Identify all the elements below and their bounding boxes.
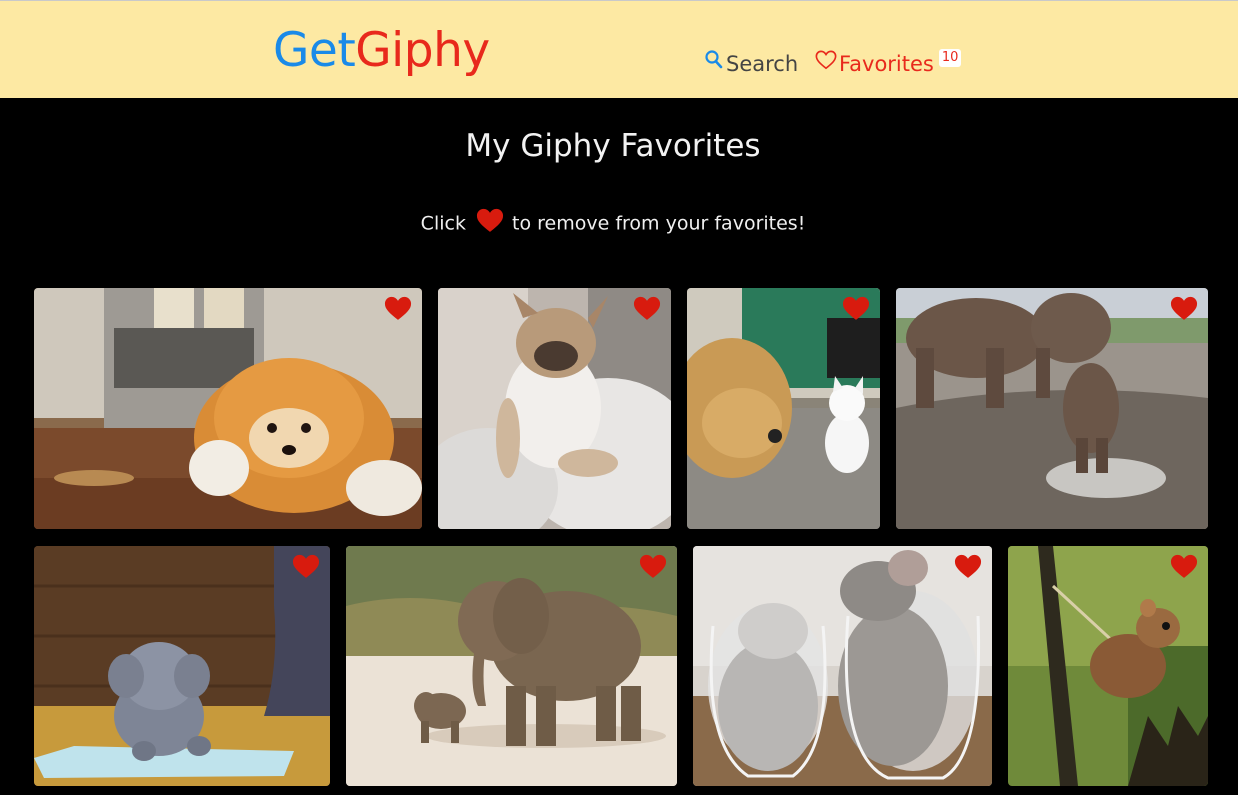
- gif-image: [438, 288, 671, 529]
- gif-image: [34, 288, 422, 529]
- gif-card-cartoon-elephant[interactable]: [34, 546, 330, 786]
- gif-card-bulldog[interactable]: [438, 288, 671, 529]
- gif-image: [34, 546, 330, 786]
- remove-favorite-heart-icon[interactable]: [633, 296, 661, 321]
- nav-search-link[interactable]: Search: [704, 44, 798, 76]
- gif-card-chinchillas[interactable]: [693, 546, 992, 786]
- heart-icon: [476, 208, 504, 232]
- remove-favorite-heart-icon[interactable]: [954, 554, 982, 579]
- gif-card-retriever-kitten[interactable]: [687, 288, 880, 529]
- search-icon: [705, 50, 723, 69]
- logo-giphy: Giphy: [355, 23, 490, 78]
- logo-get: Get: [273, 23, 356, 78]
- gif-image: [693, 546, 992, 786]
- favorites-count-badge: 10: [938, 49, 962, 67]
- remove-favorite-heart-icon[interactable]: [384, 296, 412, 321]
- gif-image: [687, 288, 880, 529]
- gif-image: [1008, 546, 1208, 786]
- gif-card-harvest-mouse[interactable]: [1008, 546, 1208, 786]
- remove-favorite-heart-icon[interactable]: [639, 554, 667, 579]
- heart-outline-icon: [815, 50, 837, 70]
- remove-favorite-heart-icon[interactable]: [842, 296, 870, 321]
- nav-search-label: Search: [726, 52, 799, 76]
- gif-image: [346, 546, 677, 786]
- remove-hint: Click to remove from your favorites!: [0, 208, 1226, 235]
- remove-favorite-heart-icon[interactable]: [1170, 296, 1198, 321]
- remove-favorite-heart-icon[interactable]: [1170, 554, 1198, 579]
- page-title: My Giphy Favorites: [465, 128, 761, 164]
- hint-suffix: to remove from your favorites!: [512, 212, 806, 235]
- gif-image: [896, 288, 1208, 529]
- gif-card-elephant-baby[interactable]: [346, 546, 677, 786]
- nav-favorites-link[interactable]: Favorites 10: [815, 44, 962, 76]
- nav-favorites-label: Favorites: [839, 52, 934, 76]
- header-bar: GetGiphy Search Favorites 10: [0, 0, 1238, 98]
- app-logo[interactable]: GetGiphy: [273, 23, 490, 79]
- hint-prefix: Click: [420, 212, 466, 235]
- gif-card-elephants-water[interactable]: [896, 288, 1208, 529]
- remove-favorite-heart-icon[interactable]: [292, 554, 320, 579]
- gif-card-pomeranian[interactable]: [34, 288, 422, 529]
